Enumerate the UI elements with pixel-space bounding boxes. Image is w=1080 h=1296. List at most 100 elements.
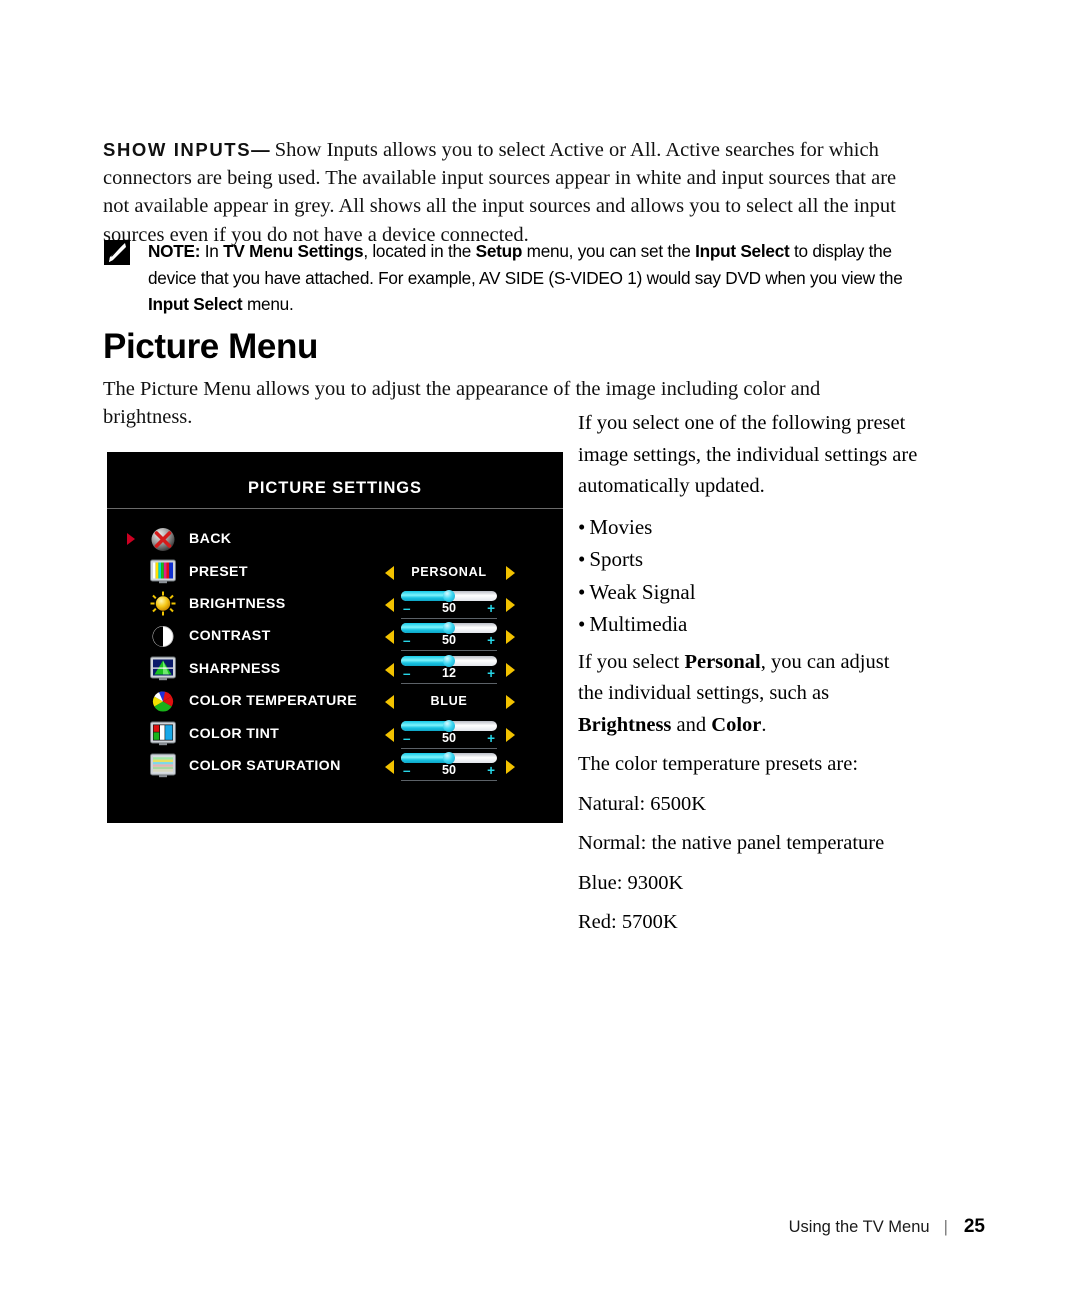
personal-paragraph: If you select Personal, you can adjust t…: [578, 647, 918, 742]
increase-arrow-icon[interactable]: [506, 630, 515, 645]
note-bold-2: Setup: [475, 241, 523, 261]
osd-control-sharpness[interactable]: – 12 +: [379, 654, 519, 684]
note-callout: NOTE: In TV Menu Settings, located in th…: [104, 238, 904, 318]
osd-control-preset[interactable]: PERSONAL: [379, 557, 519, 587]
decrease-arrow-icon[interactable]: [385, 597, 394, 612]
color-tint-screen-icon: [150, 721, 176, 746]
preset-line-red: Red: 5700K: [578, 911, 678, 933]
brightness-bold: Brightness: [578, 713, 672, 736]
increase-arrow-icon[interactable]: [506, 695, 515, 710]
decrease-arrow-icon[interactable]: [385, 565, 394, 580]
increase-arrow-icon[interactable]: [506, 662, 515, 677]
slider-track[interactable]: [401, 589, 497, 602]
slider-track[interactable]: [401, 622, 497, 635]
osd-row-color-tint[interactable]: COLOR TINT – 50 +: [107, 717, 563, 749]
osd-row-color-saturation[interactable]: COLOR SATURATION – 50 +: [107, 750, 563, 782]
back-cancel-icon: [150, 527, 176, 552]
preset-bullet-list: Movies Sports Weak Signal Multimedia: [578, 511, 918, 641]
osd-label-sharpness: SHARPNESS: [189, 660, 281, 677]
osd-label-contrast: CONTRAST: [189, 628, 271, 645]
brightness-sun-icon: [150, 591, 176, 616]
decrease-arrow-icon[interactable]: [385, 727, 394, 742]
slider-fill: [401, 655, 449, 666]
color-tint-slider[interactable]: [401, 719, 497, 732]
increase-arrow-icon[interactable]: [506, 597, 515, 612]
selection-cursor-icon: [127, 532, 139, 546]
osd-control-color-temperature[interactable]: BLUE: [379, 686, 519, 716]
slider-track[interactable]: [401, 751, 497, 764]
presets-intro: The color temperature presets are:: [578, 753, 859, 775]
list-item: Weak Signal: [578, 576, 918, 609]
decrease-arrow-icon[interactable]: [385, 695, 394, 710]
osd-value-sharpness: 12: [441, 665, 456, 680]
brightness-slider[interactable]: [401, 589, 497, 602]
increase-plus-label[interactable]: +: [487, 666, 495, 681]
osd-label-color-temperature: COLOR TEMPERATURE: [189, 693, 358, 710]
osd-row-contrast[interactable]: CONTRAST – 50 +: [107, 620, 563, 652]
osd-label-color-saturation: COLOR SATURATION: [189, 757, 341, 774]
osd-row-color-temperature[interactable]: COLOR TEMPERATURE BLUE: [107, 685, 563, 717]
slider-fill: [401, 590, 449, 601]
color-saturation-slider[interactable]: [401, 751, 497, 764]
contrast-slider-readout: – 50 +: [401, 633, 497, 652]
osd-control-color-saturation[interactable]: – 50 +: [379, 751, 519, 781]
osd-row-back[interactable]: BACK: [107, 523, 563, 555]
color-saturation-slider-readout: – 50 +: [401, 763, 497, 781]
osd-value-brightness: 50: [441, 600, 456, 615]
preset-colorbars-icon: [150, 559, 176, 584]
note-bold-1: TV Menu Settings: [223, 241, 364, 261]
osd-value-preset: PERSONAL: [411, 564, 487, 579]
page-footer: Using the TV Menu | 25: [0, 1216, 1080, 1238]
show-inputs-dash: —: [251, 139, 270, 160]
slider-fill: [401, 720, 449, 731]
list-item: Movies: [578, 511, 918, 544]
increase-plus-label[interactable]: +: [487, 601, 495, 616]
slider-track[interactable]: [401, 719, 497, 732]
personal-part-a: If you select: [578, 650, 685, 673]
color-tint-slider-readout: – 50 +: [401, 731, 497, 749]
right-column-text: If you select one of the following prese…: [578, 408, 918, 947]
decrease-arrow-icon[interactable]: [385, 662, 394, 677]
osd-label-brightness: BRIGHTNESS: [189, 595, 286, 612]
show-inputs-paragraph: SHOW INPUTS— Show Inputs allows you to s…: [103, 136, 909, 249]
preset-line-normal: Normal: the native panel temperature: [578, 832, 885, 854]
slider-fill: [401, 623, 449, 634]
osd-row-preset[interactable]: PRESET PERSONAL: [107, 555, 563, 587]
osd-control-color-tint[interactable]: – 50 +: [379, 719, 519, 749]
osd-value-contrast: 50: [441, 633, 456, 648]
osd-label-color-tint: COLOR TINT: [189, 725, 280, 742]
increase-arrow-icon[interactable]: [506, 759, 515, 774]
osd-value-color-saturation: 50: [441, 762, 456, 777]
color-saturation-screen-icon: [150, 753, 176, 778]
osd-row-list: BACK PRESET PERSONAL BRIGHTNESS – 50 + C…: [107, 509, 563, 782]
note-label: NOTE:: [148, 241, 201, 261]
slider-track[interactable]: [401, 654, 497, 667]
osd-value-color-tint: 50: [441, 730, 456, 745]
osd-label-back: BACK: [189, 531, 232, 548]
osd-row-sharpness[interactable]: SHARPNESS – 12 +: [107, 653, 563, 685]
osd-control-contrast[interactable]: – 50 +: [379, 621, 519, 652]
osd-row-brightness[interactable]: BRIGHTNESS – 50 +: [107, 588, 563, 620]
pencil-note-icon: [104, 240, 130, 265]
decrease-arrow-icon[interactable]: [385, 630, 394, 645]
increase-plus-label[interactable]: +: [487, 731, 495, 746]
color-bold: Color: [711, 713, 762, 736]
page-number: 25: [963, 1216, 985, 1237]
contrast-halfcircle-icon: [150, 624, 176, 649]
osd-control-brightness[interactable]: – 50 +: [379, 589, 519, 619]
increase-arrow-icon[interactable]: [506, 727, 515, 742]
footer-section-label: Using the TV Menu: [788, 1218, 930, 1236]
increase-plus-label[interactable]: +: [487, 763, 495, 778]
increase-arrow-icon[interactable]: [506, 565, 515, 580]
slider-fill: [401, 752, 449, 763]
sharpness-slider[interactable]: [401, 654, 497, 667]
decrease-arrow-icon[interactable]: [385, 759, 394, 774]
picture-settings-osd: PICTURE SETTINGS BACK PRESET PERSONAL BR…: [107, 452, 563, 823]
personal-part-g: .: [761, 713, 767, 736]
increase-plus-label[interactable]: +: [487, 633, 495, 648]
note-bold-3: Input Select: [695, 241, 790, 261]
preset-line-blue: Blue: 9300K: [578, 871, 684, 894]
note-text: NOTE: In TV Menu Settings, located in th…: [148, 238, 904, 318]
contrast-slider[interactable]: [401, 622, 497, 635]
note-bold-4: Input Select: [148, 294, 243, 314]
